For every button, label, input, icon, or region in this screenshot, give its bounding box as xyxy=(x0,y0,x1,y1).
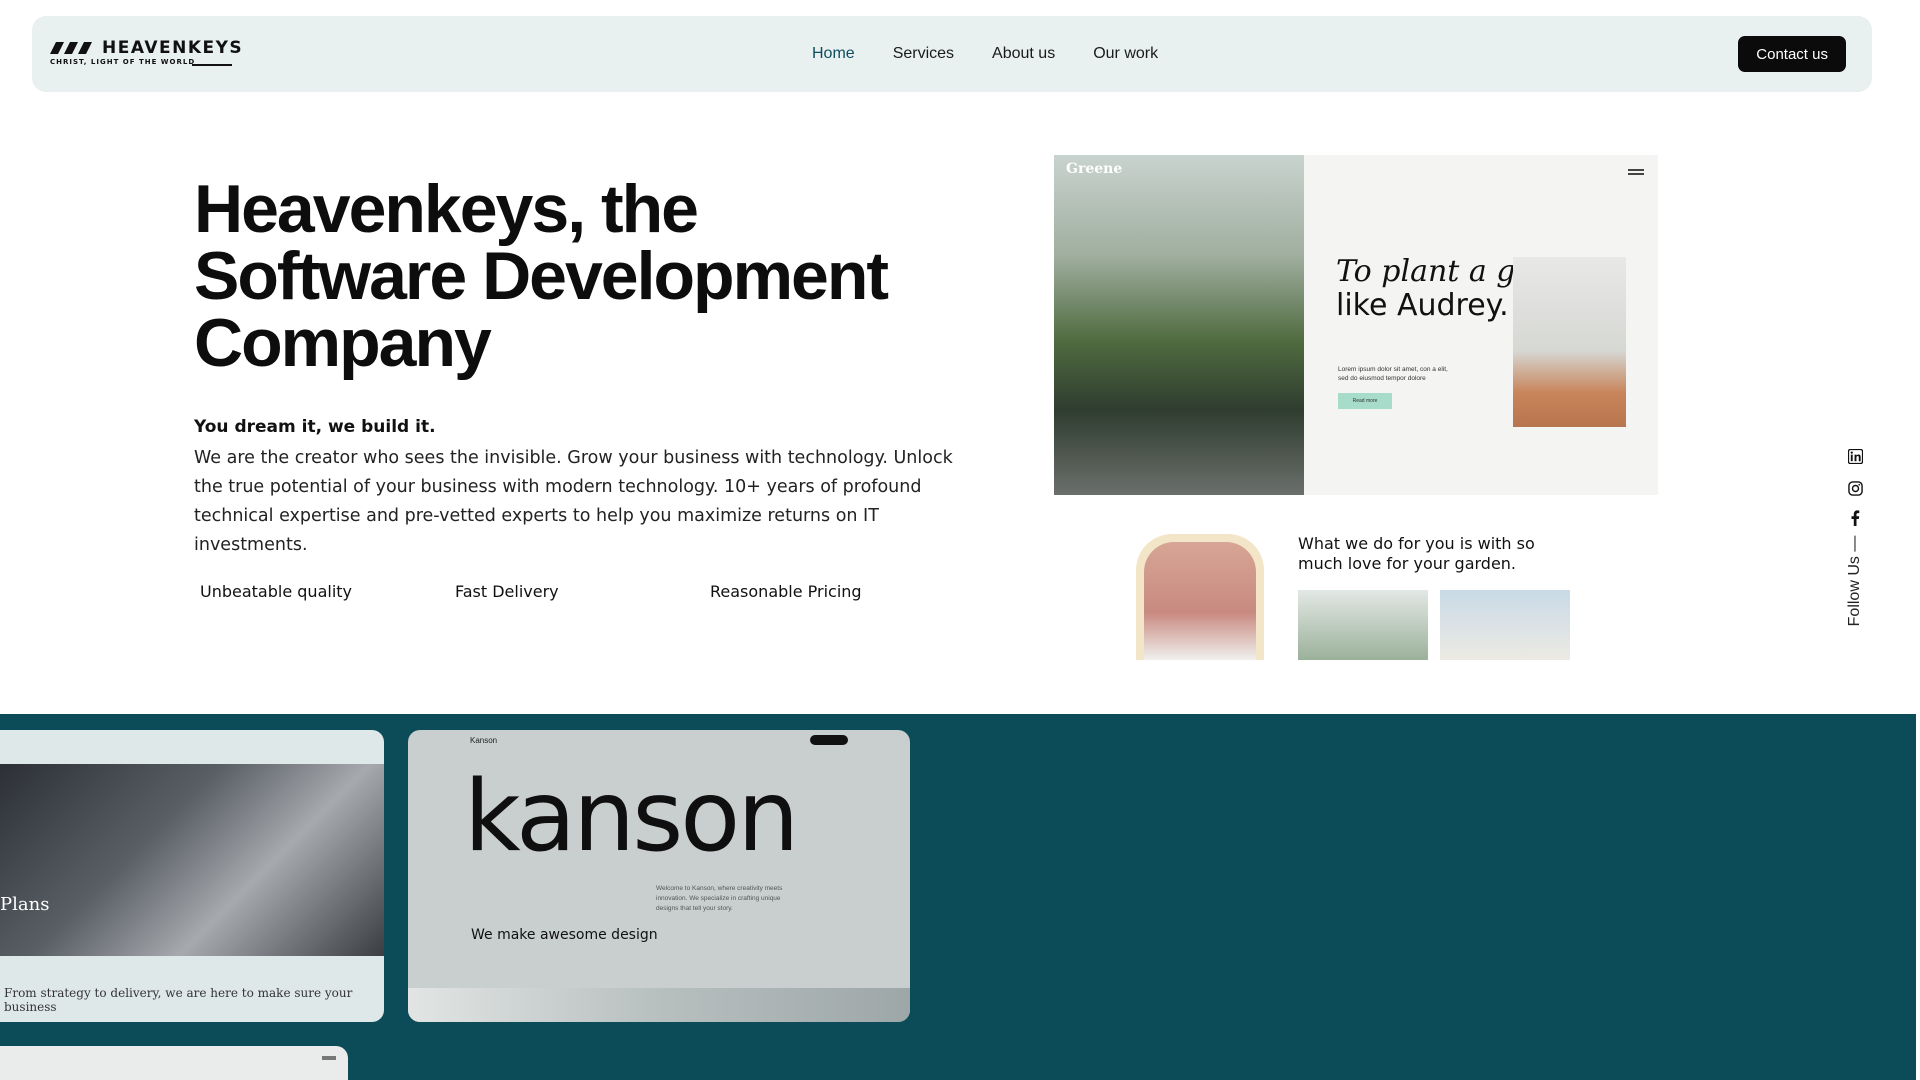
brand-tagline: CHRIST, LIGHT OF THE WORLD xyxy=(50,58,196,66)
contact-us-button[interactable]: Contact us xyxy=(1738,36,1846,72)
kanson-brand: Kanson xyxy=(470,736,498,745)
showcase-title-plain: like Audrey. xyxy=(1336,288,1509,323)
portfolio-card-kanson[interactable]: Kanson kanson Welcome to Kanson, where c… xyxy=(408,730,910,1022)
nav-link-our-work[interactable]: Our work xyxy=(1093,45,1158,63)
nav-link-about-us[interactable]: About us xyxy=(992,45,1055,63)
showcase-love-card: What we do for you is with so much love … xyxy=(1054,520,1658,660)
kanson-tagline: We make awesome design xyxy=(471,927,658,943)
follow-us-label: Follow Us — xyxy=(1846,535,1863,627)
kanson-pill-button xyxy=(810,735,848,745)
gardener-photo-frame xyxy=(1136,534,1264,660)
hamburger-icon xyxy=(1628,169,1644,175)
portfolio-card-next[interactable] xyxy=(0,1046,348,1080)
nav-link-home[interactable]: Home xyxy=(812,45,855,63)
feature-list: Unbeatable quality Fast Delivery Reasona… xyxy=(200,582,965,601)
kanson-intro: Welcome to Kanson, where creativity meet… xyxy=(656,885,783,912)
brand-underline xyxy=(192,64,232,66)
main-menu: Home Services About us Our work xyxy=(812,16,1158,92)
logo-mark-icon xyxy=(50,42,92,54)
hero-description: We are the creator who sees the invisibl… xyxy=(194,448,953,555)
facebook-icon[interactable] xyxy=(1847,510,1863,526)
top-nav: HEAVENKEYS CHRIST, LIGHT OF THE WORLD Ho… xyxy=(32,16,1872,92)
portfolio-card-text: From strategy to delivery, we are here t… xyxy=(4,986,353,1014)
hero-title-line-1: Heavenkeys, the xyxy=(194,171,699,247)
greenhouse-image xyxy=(1054,155,1304,495)
plant-thumbnail xyxy=(1298,590,1428,660)
follow-us-rail: Follow Us — xyxy=(1840,448,1868,648)
showcase-love-title: What we do for you is with so much love … xyxy=(1298,534,1535,573)
kanson-wordmark: kanson xyxy=(464,760,799,874)
feature-quality: Unbeatable quality xyxy=(200,582,352,601)
hero-title: Heavenkeys, the Software Development Com… xyxy=(194,171,954,381)
plant-image xyxy=(1513,257,1626,427)
portfolio-card-business[interactable]: Plans From strategy to delivery, we are … xyxy=(0,730,384,1022)
linkedin-icon[interactable] xyxy=(1847,448,1863,464)
hero-title-line-2: Software Development xyxy=(194,238,889,314)
nav-link-services[interactable]: Services xyxy=(893,45,954,63)
showcase-text: Lorem ipsum dolor sit amet, con a elit, … xyxy=(1338,366,1448,382)
showcase-brand: Greene xyxy=(1066,161,1123,177)
hero-title-line-3: Company xyxy=(194,305,492,381)
portfolio-card-plans: Plans xyxy=(0,894,50,915)
kanson-hero-image xyxy=(408,988,910,1022)
portfolio-section: Plans From strategy to delivery, we are … xyxy=(0,714,1916,1080)
showcase-read-more: Read more xyxy=(1338,393,1392,409)
gardener-photo xyxy=(1144,542,1256,660)
feature-pricing: Reasonable Pricing xyxy=(710,582,862,601)
balcony-thumbnail xyxy=(1440,590,1570,660)
hamburger-icon xyxy=(322,1056,336,1060)
instagram-icon[interactable] xyxy=(1847,480,1863,496)
brand-name: HEAVENKEYS xyxy=(102,38,244,58)
showcase-garden-card: Greene To plant a garden like Audrey. Lo… xyxy=(1054,155,1658,495)
brand-logo[interactable]: HEAVENKEYS CHRIST, LIGHT OF THE WORLD xyxy=(50,38,250,72)
hero-subtitle: You dream it, we build it. xyxy=(194,417,436,437)
handshake-photo xyxy=(0,764,384,956)
feature-delivery: Fast Delivery xyxy=(455,582,559,601)
